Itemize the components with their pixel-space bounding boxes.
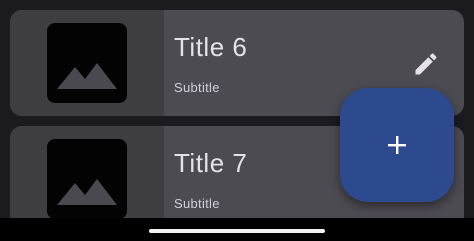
plus-icon: [388, 136, 406, 154]
image-placeholder-icon: [57, 63, 117, 89]
screen: Title 6 Subtitle Title 7 Subtitle: [0, 0, 474, 241]
edit-button[interactable]: [412, 50, 440, 78]
home-indicator[interactable]: [149, 229, 325, 233]
card-subtitle: Subtitle: [174, 80, 220, 95]
card-subtitle: Subtitle: [174, 196, 220, 211]
edit-pencil-icon: [415, 53, 437, 75]
thumbnail: [47, 23, 127, 103]
image-placeholder-icon: [57, 179, 117, 205]
card-title: Title 6: [174, 32, 248, 62]
card-title: Title 7: [174, 148, 248, 178]
thumbnail: [47, 139, 127, 219]
add-fab-button[interactable]: [340, 88, 454, 202]
card-media: [10, 10, 164, 116]
